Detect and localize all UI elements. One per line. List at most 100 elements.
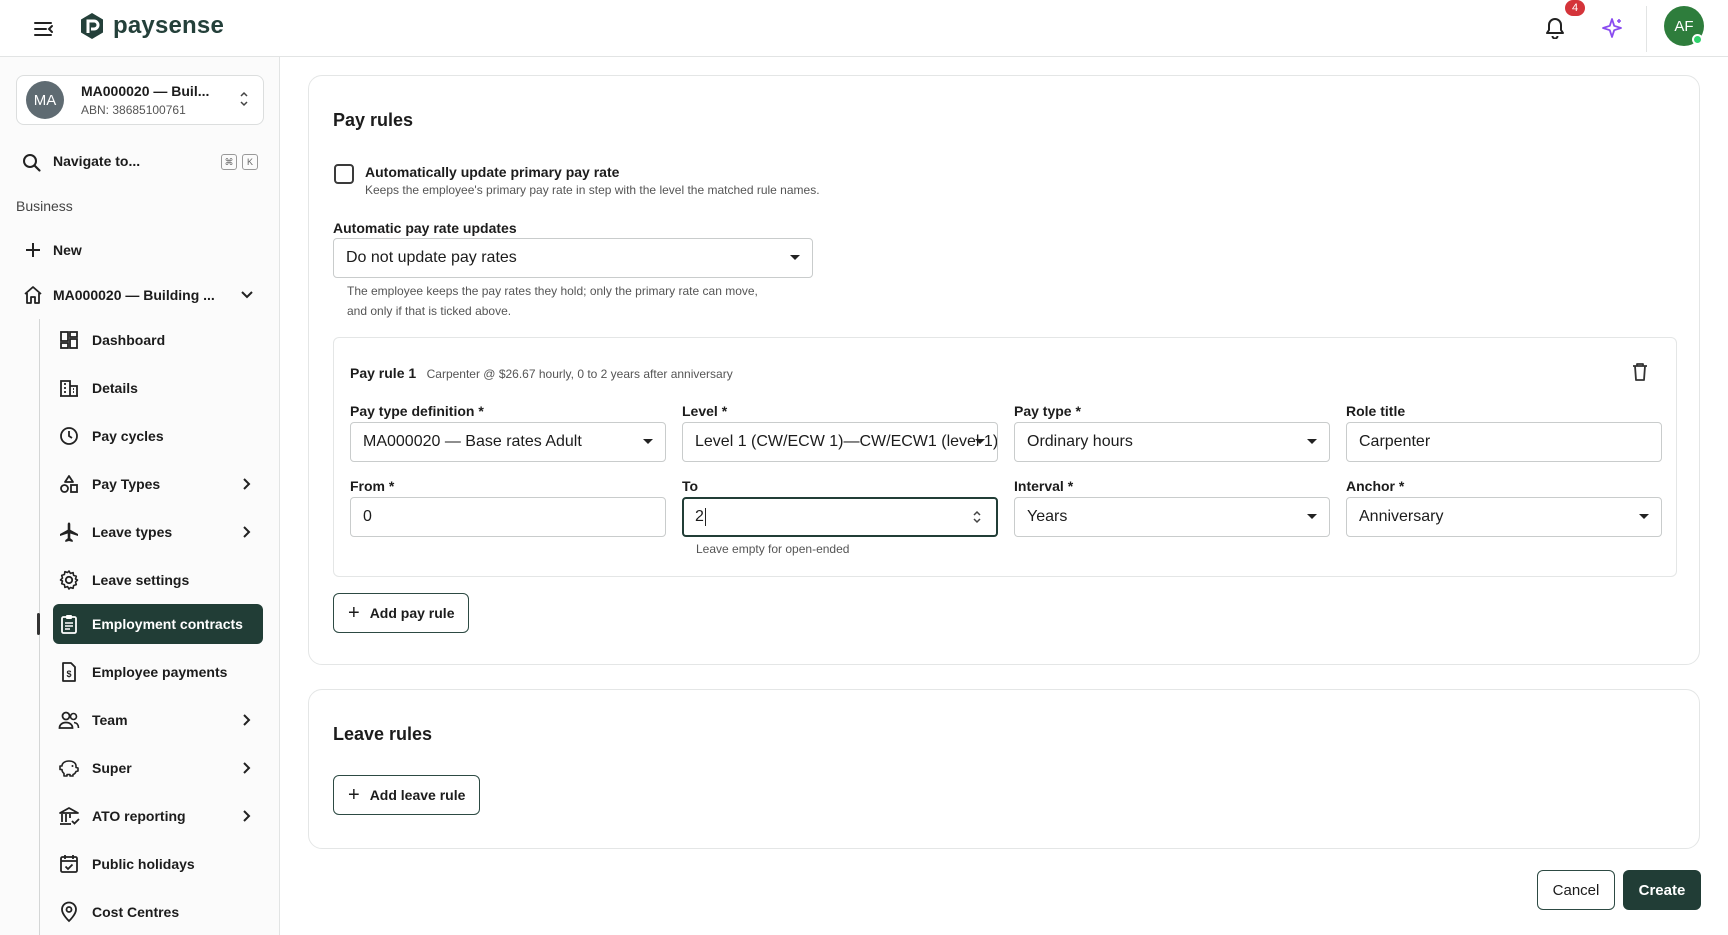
dropdown-caret-icon: [1307, 439, 1317, 444]
auto-update-checkbox[interactable]: [334, 164, 354, 184]
business-name: MA000020 — Buil...: [81, 83, 210, 99]
business-abn: ABN: 38685100761: [81, 103, 186, 117]
auto-updates-help-line2: and only if that is ticked above.: [347, 304, 512, 318]
cancel-button[interactable]: Cancel: [1537, 870, 1615, 910]
cmd-key-hint: ⌘: [221, 154, 237, 170]
logo-text: paysense: [113, 12, 225, 39]
anchor-label: Anchor *: [1346, 478, 1405, 494]
create-button[interactable]: Create: [1623, 870, 1701, 910]
pay-type-definition-label: Pay type definition *: [350, 403, 484, 419]
sidebar-item-label: Dashboard: [92, 332, 166, 348]
notification-count-badge: 4: [1565, 0, 1585, 16]
chevron-right-icon: [243, 478, 251, 490]
clipboard-icon: [58, 613, 80, 635]
piggy-bank-icon: [58, 757, 80, 779]
top-bar: paysense 4 AF: [0, 0, 1728, 57]
plus-icon: [22, 239, 44, 261]
add-pay-rule-label: Add pay rule: [369, 605, 455, 621]
level-label: Level *: [682, 403, 728, 419]
to-input[interactable]: 2: [682, 497, 998, 537]
k-key-hint: K: [242, 154, 258, 170]
app-logo[interactable]: paysense: [78, 11, 224, 41]
sidebar-item-label: Pay cycles: [92, 428, 164, 444]
from-input[interactable]: 0: [350, 497, 666, 537]
number-spinner-icon[interactable]: [972, 508, 982, 526]
pay-type-label: Pay type *: [1014, 403, 1081, 419]
svg-text:$: $: [66, 669, 71, 679]
notifications-bell-icon[interactable]: [1541, 14, 1569, 42]
sidebar-item-label: Team: [92, 712, 128, 728]
sidebar-item-label: Employee payments: [92, 664, 228, 680]
sidebar-item-label: Super: [92, 760, 132, 776]
sidebar-item-label: Cost Centres: [92, 904, 180, 920]
anchor-select[interactable]: Anniversary: [1346, 497, 1662, 537]
business-avatar: MA: [26, 81, 64, 119]
interval-value: Years: [1027, 508, 1068, 525]
auto-update-help: Keeps the employee's primary pay rate in…: [365, 183, 820, 197]
sidebar-item-leave-types[interactable]: Leave types: [58, 520, 262, 544]
role-title-label: Role title: [1346, 403, 1406, 419]
pay-type-definition-value: MA000020 — Base rates Adult: [363, 433, 582, 450]
sidebar-item-leave-settings[interactable]: Leave settings: [58, 568, 189, 592]
building-icon: [58, 377, 80, 399]
pay-type-value: Ordinary hours: [1027, 433, 1133, 450]
sidebar-item-details[interactable]: Details: [58, 376, 138, 400]
sidebar-item-new[interactable]: New: [22, 238, 82, 262]
sidebar-item-pay-types[interactable]: Pay Types: [58, 472, 262, 496]
pay-rule-summary: Carpenter @ $26.67 hourly, 0 to 2 years …: [426, 367, 733, 381]
sidebar-item-label: New: [53, 242, 82, 258]
sidebar-item-dashboard[interactable]: Dashboard: [58, 328, 165, 352]
ai-sparkle-icon[interactable]: [1598, 14, 1626, 42]
shapes-icon: [58, 473, 80, 495]
chevron-right-icon: [243, 810, 251, 822]
plus-icon: +: [348, 602, 360, 624]
sidebar-item-pay-cycles[interactable]: Pay cycles: [58, 424, 164, 448]
location-pin-icon: [58, 901, 80, 923]
dropdown-caret-icon: [643, 439, 653, 444]
pay-type-select[interactable]: Ordinary hours: [1014, 422, 1330, 462]
sidebar-item-company[interactable]: MA000020 — Building ...: [22, 283, 262, 307]
unfold-chevron-icon: [239, 90, 249, 108]
payment-document-icon: $: [58, 661, 80, 683]
add-pay-rule-button[interactable]: + Add pay rule: [333, 593, 470, 633]
text-cursor: [704, 507, 706, 526]
pay-type-definition-select[interactable]: MA000020 — Base rates Adult: [350, 422, 666, 462]
leave-rules-title: Leave rules: [333, 724, 433, 744]
sidebar-item-label: ATO reporting: [92, 808, 186, 824]
sidebar-item-label: Employment contracts: [92, 616, 243, 632]
sidebar-item-employee-payments[interactable]: $ Employee payments: [58, 660, 227, 684]
auto-updates-select[interactable]: Do not update pay rates: [333, 238, 813, 278]
role-title-input[interactable]: Carpenter: [1346, 422, 1662, 462]
people-icon: [58, 709, 80, 731]
bank-icon: [58, 805, 80, 827]
sidebar-item-label: Details: [92, 380, 138, 396]
navigate-search[interactable]: Navigate to... ⌘ K: [22, 151, 262, 175]
calendar-check-icon: [58, 853, 80, 875]
sidebar-item-public-holidays[interactable]: Public holidays: [58, 852, 195, 876]
delete-trash-icon[interactable]: [1631, 362, 1649, 382]
level-select[interactable]: Level 1 (CW/ECW 1)—CW/ECW1 (level 1): [682, 422, 998, 462]
auto-update-label: Automatically update primary pay rate: [365, 164, 620, 180]
add-leave-rule-button[interactable]: + Add leave rule: [333, 775, 481, 815]
business-switcher[interactable]: MA MA000020 — Buil... ABN: 38685100761: [16, 75, 264, 125]
home-icon: [22, 284, 44, 306]
interval-select[interactable]: Years: [1014, 497, 1330, 537]
dropdown-caret-icon: [790, 255, 800, 260]
pay-rules-card: Pay rules Automatically update primary p…: [308, 75, 1700, 665]
sidebar-item-ato-reporting[interactable]: ATO reporting: [58, 804, 262, 828]
pay-rule-title: Pay rule 1: [350, 365, 417, 381]
to-value: 2: [695, 508, 704, 525]
sidebar-item-cost-centres[interactable]: Cost Centres: [58, 900, 179, 924]
collapse-menu-icon[interactable]: [30, 15, 58, 43]
dropdown-caret-icon: [1639, 514, 1649, 519]
sidebar-item-employment-contracts[interactable]: Employment contracts: [58, 612, 243, 636]
auto-updates-help-line1: The employee keeps the pay rates they ho…: [347, 284, 758, 298]
to-help: Leave empty for open-ended: [696, 542, 850, 556]
sidebar-item-team[interactable]: Team: [58, 708, 262, 732]
to-label: To: [682, 478, 699, 494]
sidebar-item-super[interactable]: Super: [58, 756, 262, 780]
pay-rules-title: Pay rules: [333, 110, 414, 130]
sidebar-item-label: Pay Types: [92, 476, 161, 492]
sidebar-item-label: Leave types: [92, 524, 173, 540]
chevron-right-icon: [243, 714, 251, 726]
